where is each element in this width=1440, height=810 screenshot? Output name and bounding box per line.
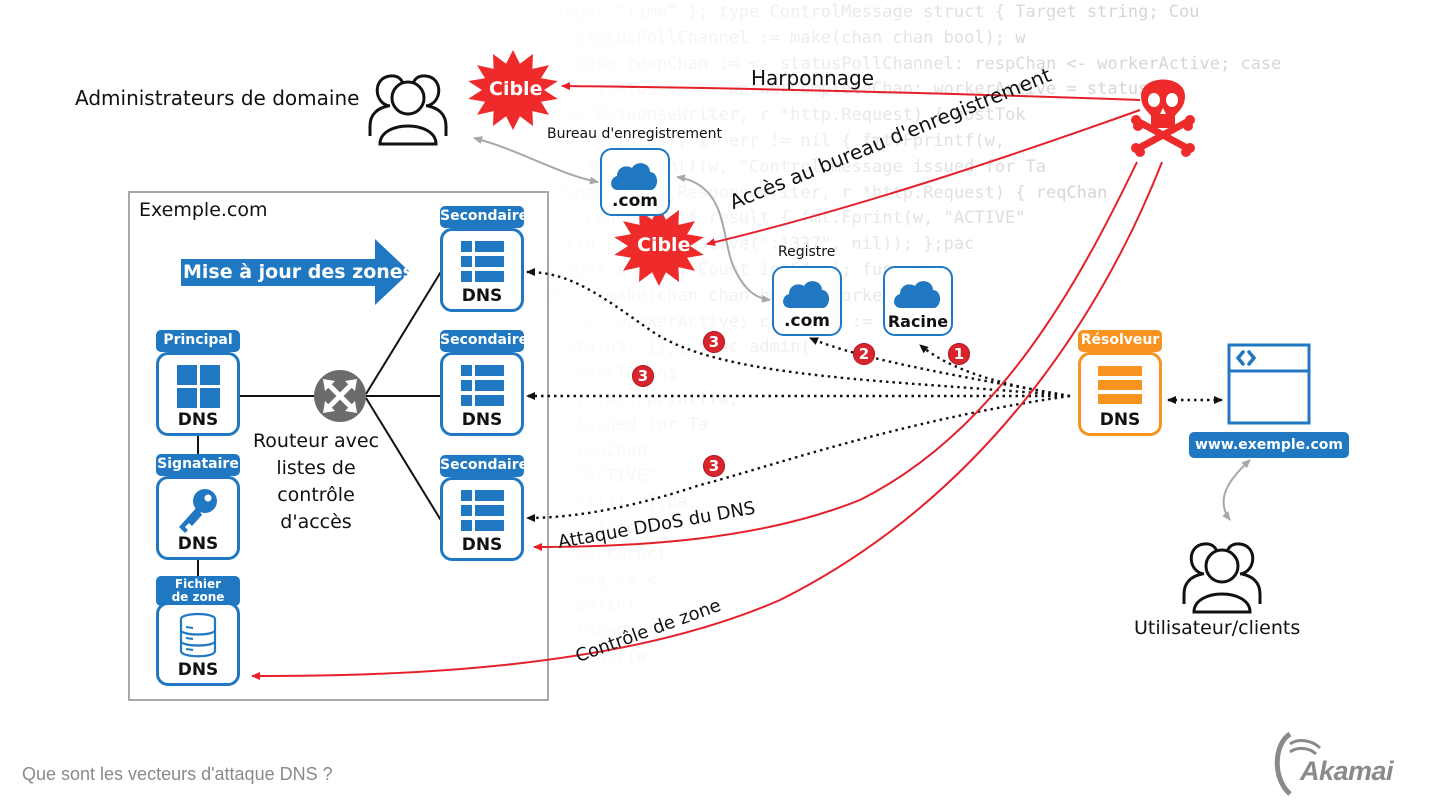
- server-tag: Secondaire: [440, 455, 528, 477]
- grid-icon: [177, 365, 220, 408]
- server-box: DNS: [156, 602, 240, 686]
- router-icon: [314, 370, 366, 422]
- step-badge: 1: [948, 343, 970, 365]
- spear-phishing-label: Harponnage: [751, 66, 875, 90]
- server-label: DNS: [177, 660, 219, 680]
- server-box: DNS: [156, 352, 240, 436]
- domain-admins-label: Administrateurs de domaine: [75, 86, 360, 110]
- server-stack-icon: [1098, 366, 1142, 404]
- target-label-admins: Cible: [489, 78, 543, 100]
- users-website-link: [1222, 459, 1251, 521]
- target-label-registrar: Cible: [637, 234, 691, 256]
- list-icon: [461, 490, 504, 531]
- registrar-box: .com: [600, 148, 670, 216]
- website-window-icon: [1227, 343, 1311, 425]
- resolver-tag: Résolveur: [1078, 330, 1162, 352]
- server-tag: Secondaire: [440, 330, 528, 352]
- server-box: DNS: [440, 477, 524, 561]
- registry-label: .com: [784, 311, 830, 331]
- server-label: DNS: [461, 410, 503, 430]
- router-label-line: Routeur avec: [252, 430, 380, 452]
- users-label: Utilisateur/clients: [1134, 617, 1301, 639]
- step-badge: 2: [853, 343, 875, 365]
- server-box: DNS: [440, 352, 524, 436]
- website-label[interactable]: www.exemple.com: [1189, 432, 1349, 458]
- router-label: Routeur avec listes de contrôle d'accès: [246, 428, 386, 536]
- router-label-line: listes de: [276, 457, 356, 479]
- step-badge: 3: [703, 455, 725, 477]
- attack-lines: [251, 82, 1163, 680]
- server-label: DNS: [461, 535, 503, 555]
- list-icon: [461, 365, 504, 406]
- admin-group-icon: [368, 74, 448, 146]
- attacker-skull-icon: [1131, 79, 1195, 157]
- server-box: DNS: [440, 228, 524, 312]
- page-title: Que sont les vecteurs d'attaque DNS ?: [22, 764, 333, 784]
- server-box: DNS: [156, 476, 240, 560]
- akamai-logo: Akamai: [1268, 728, 1428, 798]
- server-tag: Principal: [156, 330, 240, 352]
- root-label: Racine: [887, 312, 949, 331]
- server-tag: Signataire: [156, 454, 240, 476]
- registry-box: .com: [772, 266, 842, 336]
- step-badge: 3: [703, 331, 725, 353]
- admin-registrar-link: [473, 136, 599, 185]
- registry-title: Registre: [778, 244, 836, 260]
- users-group-icon: [1182, 542, 1262, 614]
- router-label-line: contrôle: [277, 484, 355, 506]
- server-label: DNS: [177, 534, 219, 554]
- key-icon: [179, 489, 217, 533]
- server-label: DNS: [461, 286, 503, 306]
- zone-update-label: Mise à jour des zones: [183, 261, 414, 283]
- registrar-label: .com: [612, 191, 658, 211]
- zone-title: Exemple.com: [139, 199, 268, 221]
- server-label: DNS: [177, 410, 219, 430]
- akamai-wordmark: Akamai: [1300, 756, 1394, 786]
- resolver-label: DNS: [1099, 410, 1141, 430]
- registrar-title: Bureau d'enregistrement: [547, 126, 722, 142]
- root-box: Racine: [883, 266, 953, 336]
- resolver-box: DNS: [1078, 352, 1162, 436]
- database-icon: [179, 612, 217, 658]
- router-label-line: d'accès: [280, 511, 352, 533]
- list-icon: [461, 241, 504, 282]
- server-tag: Secondaire: [440, 206, 528, 228]
- step-badge: 3: [632, 365, 654, 387]
